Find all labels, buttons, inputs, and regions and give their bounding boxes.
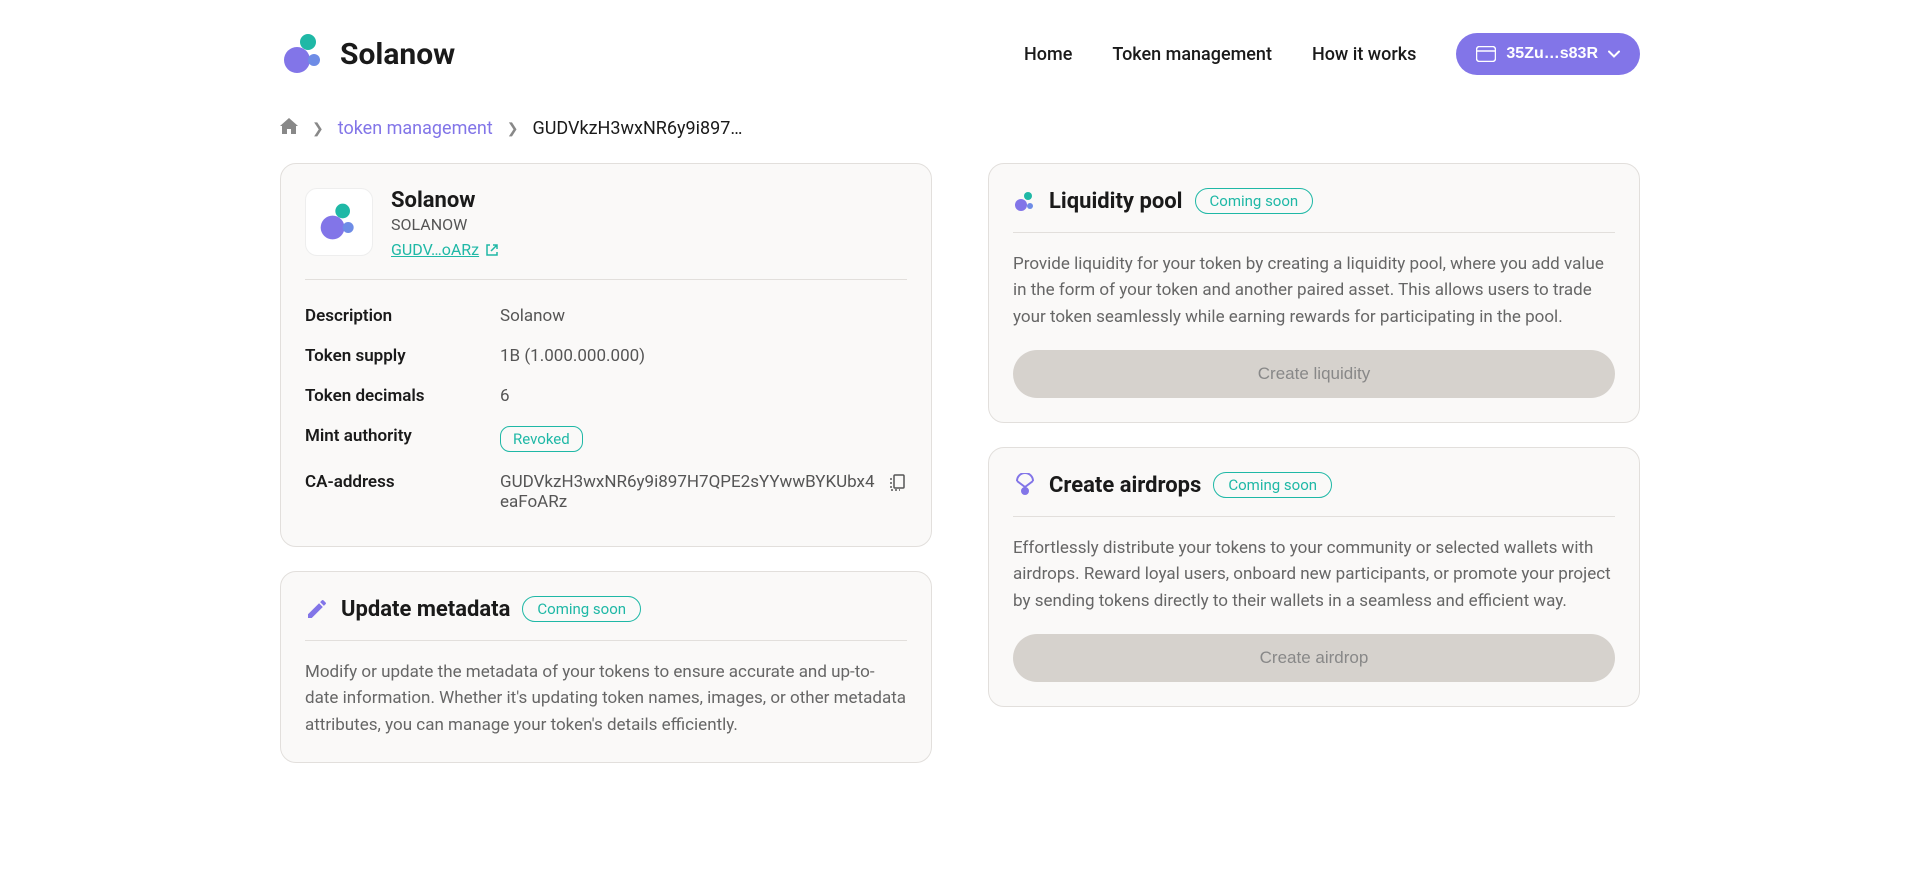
wallet-icon bbox=[1476, 46, 1496, 62]
liquidity-pool-card: Liquidity pool Coming soon Provide liqui… bbox=[988, 163, 1640, 423]
update-metadata-desc: Modify or update the metadata of your to… bbox=[305, 659, 907, 738]
external-link-icon bbox=[485, 243, 499, 257]
update-metadata-title: Update metadata bbox=[341, 597, 510, 622]
chevron-down-icon bbox=[1608, 50, 1620, 58]
nav-token-management[interactable]: Token management bbox=[1112, 44, 1272, 65]
chevron-right-icon: ❯ bbox=[312, 121, 324, 137]
header: Solanow Home Token management How it wor… bbox=[280, 0, 1640, 108]
breadcrumb-current: GUDVkzH3wxNR6y9i897… bbox=[532, 118, 742, 139]
brand-name: Solanow bbox=[340, 37, 455, 72]
coming-soon-badge: Coming soon bbox=[1195, 188, 1314, 214]
token-details-card: Solanow SOLANOW GUDV…oARz Description So… bbox=[280, 163, 932, 547]
main-nav: Home Token management How it works 35Zu…… bbox=[1024, 33, 1640, 75]
pool-icon bbox=[1013, 189, 1037, 213]
create-liquidity-button: Create liquidity bbox=[1013, 350, 1615, 398]
token-address-link[interactable]: GUDV…oARz bbox=[391, 240, 499, 259]
wallet-address-short: 35Zu…s83R bbox=[1506, 45, 1598, 63]
breadcrumb-token-management[interactable]: token management bbox=[338, 118, 493, 139]
description-label: Description bbox=[305, 306, 500, 326]
mint-authority-label: Mint authority bbox=[305, 426, 500, 452]
breadcrumb: ❯ token management ❯ GUDVkzH3wxNR6y9i897… bbox=[280, 108, 1640, 163]
supply-label: Token supply bbox=[305, 346, 500, 366]
liquidity-pool-title: Liquidity pool bbox=[1049, 189, 1183, 214]
coming-soon-badge: Coming soon bbox=[522, 596, 641, 622]
ca-address-value: GUDVkzH3wxNR6y9i897H7QPE2sYYwwBYKUbx4eaF… bbox=[500, 472, 875, 512]
decimals-label: Token decimals bbox=[305, 386, 500, 406]
ca-address-label: CA-address bbox=[305, 472, 500, 512]
token-name: Solanow bbox=[391, 188, 499, 213]
home-icon[interactable] bbox=[280, 118, 298, 139]
brand-logo[interactable]: Solanow bbox=[280, 30, 455, 78]
token-symbol: SOLANOW bbox=[391, 215, 499, 234]
logo-icon bbox=[280, 30, 328, 78]
create-airdrops-card: Create airdrops Coming soon Effortlessly… bbox=[988, 447, 1640, 707]
copy-icon[interactable] bbox=[887, 472, 907, 496]
token-avatar bbox=[305, 188, 373, 256]
create-airdrops-desc: Effortlessly distribute your tokens to y… bbox=[1013, 535, 1615, 614]
wallet-connect-button[interactable]: 35Zu…s83R bbox=[1456, 33, 1640, 75]
nav-home[interactable]: Home bbox=[1024, 44, 1072, 65]
nav-how-it-works[interactable]: How it works bbox=[1312, 44, 1416, 65]
supply-value: 1B (1.000.000.000) bbox=[500, 346, 907, 366]
create-airdrops-title: Create airdrops bbox=[1049, 473, 1201, 498]
pencil-icon bbox=[305, 597, 329, 621]
airdrop-icon bbox=[1013, 473, 1037, 497]
description-value: Solanow bbox=[500, 306, 907, 326]
chevron-right-icon: ❯ bbox=[507, 121, 519, 137]
update-metadata-card: Update metadata Coming soon Modify or up… bbox=[280, 571, 932, 763]
decimals-value: 6 bbox=[500, 386, 907, 406]
coming-soon-badge: Coming soon bbox=[1213, 472, 1332, 498]
liquidity-pool-desc: Provide liquidity for your token by crea… bbox=[1013, 251, 1615, 330]
create-airdrop-button: Create airdrop bbox=[1013, 634, 1615, 682]
mint-authority-badge: Revoked bbox=[500, 426, 583, 452]
